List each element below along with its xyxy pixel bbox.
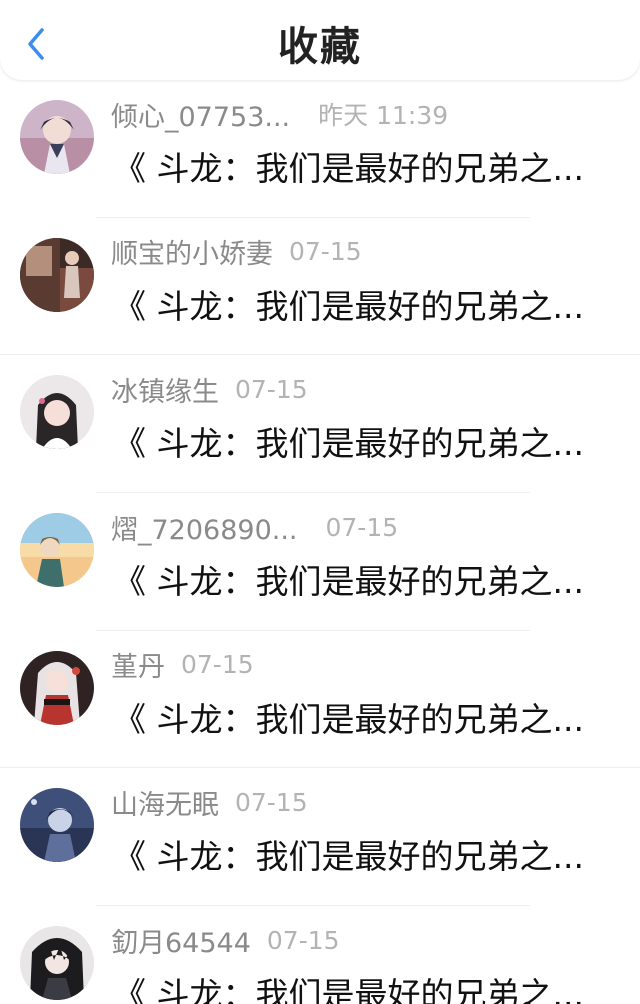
- user-name[interactable]: 堇丹: [111, 645, 165, 684]
- user-name[interactable]: 顺宝的小娇妻: [111, 232, 273, 271]
- item-meta: 釖月64544 07-15: [111, 921, 340, 960]
- timestamp: 07-15: [325, 512, 399, 542]
- avatar: [20, 100, 94, 174]
- avatar: [20, 650, 94, 725]
- post-snippet[interactable]: 《 斗龙：我们是最好的兄弟之...: [113, 142, 613, 190]
- post-snippet[interactable]: 《 斗龙：我们是最好的兄弟之...: [113, 693, 613, 741]
- avatar: [20, 237, 94, 312]
- top-bar: 收藏: [0, 0, 640, 80]
- item-meta: 熠_7206890... 07-15: [111, 508, 399, 547]
- list-item[interactable]: 熠_7206890... 07-15 《 斗龙：我们是最好的兄弟之...: [0, 493, 640, 631]
- user-name[interactable]: 倾心_07753...: [111, 95, 290, 134]
- favorites-list: 倾心_07753... 昨天 11:39 《 斗龙：我们是最好的兄弟之... 顺…: [0, 80, 640, 1004]
- timestamp: 昨天 11:39: [318, 101, 449, 130]
- list-item[interactable]: 冰镇缘生 07-15 《 斗龙：我们是最好的兄弟之...: [0, 355, 640, 494]
- list-item[interactable]: 釖月64544 07-15 《 斗龙：我们是最好的兄弟之...: [0, 906, 640, 1004]
- post-snippet[interactable]: 《 斗龙：我们是最好的兄弟之...: [113, 968, 613, 1004]
- user-name[interactable]: 釖月64544: [111, 921, 251, 960]
- timestamp: 07-15: [235, 374, 308, 404]
- item-meta: 冰镇缘生 07-15: [111, 370, 308, 409]
- list-item[interactable]: 倾心_07753... 昨天 11:39 《 斗龙：我们是最好的兄弟之...: [0, 80, 640, 218]
- item-meta: 倾心_07753... 昨天 11:39: [111, 95, 449, 134]
- timestamp: 07-15: [181, 650, 254, 680]
- user-name[interactable]: 冰镇缘生: [111, 370, 219, 409]
- post-snippet[interactable]: 《 斗龙：我们是最好的兄弟之...: [113, 830, 613, 878]
- list-item[interactable]: 山海无眠 07-15 《 斗龙：我们是最好的兄弟之...: [0, 768, 640, 907]
- user-name[interactable]: 山海无眠: [111, 783, 219, 822]
- item-meta: 山海无眠 07-15: [111, 783, 308, 822]
- timestamp: 07-15: [235, 787, 308, 817]
- avatar: [20, 926, 94, 1001]
- post-snippet[interactable]: 《 斗龙：我们是最好的兄弟之...: [113, 280, 613, 328]
- avatar: [20, 788, 94, 863]
- timestamp: 07-15: [289, 237, 362, 267]
- user-name[interactable]: 熠_7206890...: [111, 508, 298, 547]
- favorites-screen: 收藏 倾心_07753... 昨天 11:39 《 斗龙：我们是最好的兄弟之..…: [0, 0, 640, 1004]
- page-title: 收藏: [278, 24, 362, 70]
- timestamp: 07-15: [266, 925, 340, 955]
- list-item[interactable]: 顺宝的小娇妻 07-15 《 斗龙：我们是最好的兄弟之...: [0, 218, 640, 356]
- item-meta: 顺宝的小娇妻 07-15: [111, 234, 362, 270]
- avatar: [20, 375, 94, 450]
- post-snippet[interactable]: 《 斗龙：我们是最好的兄弟之...: [113, 417, 613, 465]
- avatar: [20, 513, 94, 588]
- post-snippet[interactable]: 《 斗龙：我们是最好的兄弟之...: [113, 555, 613, 603]
- list-item[interactable]: 堇丹 07-15 《 斗龙：我们是最好的兄弟之...: [0, 631, 640, 769]
- item-meta: 堇丹 07-15: [111, 647, 254, 683]
